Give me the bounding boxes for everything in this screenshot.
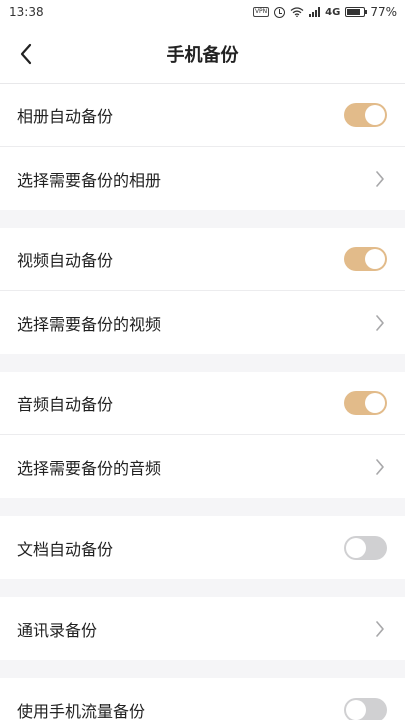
setting-label: 选择需要备份的视频: [17, 314, 162, 334]
signal-icon: [309, 7, 321, 17]
toggle-knob: [365, 105, 385, 125]
settings-group: 相册自动备份选择需要备份的相册: [0, 84, 405, 210]
battery-icon: [345, 7, 368, 17]
group-spacer: [0, 579, 405, 597]
page-header: 手机备份: [0, 24, 405, 84]
vpn-icon: VPN: [252, 7, 270, 17]
setting-toggle-row[interactable]: 音频自动备份: [0, 372, 405, 435]
wifi-icon: [290, 7, 304, 17]
status-time: 13:38: [9, 5, 44, 19]
setting-link-row[interactable]: 选择需要备份的视频: [0, 291, 405, 354]
toggle-knob: [365, 393, 385, 413]
settings-list: 相册自动备份 选择需要备份的相册 视频自动备份 选择需要备份的视频 音频自动备份 选择需要…: [0, 84, 405, 720]
chevron-right-icon: [373, 313, 387, 333]
group-spacer: [0, 210, 405, 228]
toggle-knob: [365, 249, 385, 269]
back-arrow-icon: [20, 43, 32, 65]
toggle-switch[interactable]: [344, 247, 387, 271]
network-type: 4G: [325, 6, 341, 18]
group-spacer: [0, 660, 405, 678]
setting-label: 通讯录备份: [17, 620, 98, 640]
status-icons: VPN 4G 77%: [252, 5, 397, 19]
toggle-switch[interactable]: [344, 391, 387, 415]
setting-label: 文档自动备份: [17, 539, 114, 559]
setting-label: 音频自动备份: [17, 395, 114, 414]
chevron-right-icon: [373, 169, 387, 189]
page-title: 手机备份: [166, 44, 239, 66]
setting-link-row[interactable]: 选择需要备份的相册: [0, 147, 405, 210]
toggle-knob: [346, 537, 366, 558]
toggle-knob: [346, 699, 366, 720]
battery-percent: 77%: [370, 5, 397, 19]
settings-group: 使用手机流量备份: [0, 678, 405, 720]
chevron-right-icon: [373, 619, 387, 639]
status-bar: 13:38 VPN 4G 77%: [0, 0, 405, 24]
settings-group: 视频自动备份选择需要备份的视频: [0, 228, 405, 354]
chevron-right-icon: [373, 457, 387, 477]
toggle-switch[interactable]: [344, 103, 387, 127]
settings-group: 通讯录备份: [0, 597, 405, 660]
setting-link-row[interactable]: 通讯录备份: [0, 597, 405, 660]
setting-toggle-row[interactable]: 使用手机流量备份: [0, 678, 405, 720]
setting-link-row[interactable]: 选择需要备份的音频: [0, 435, 405, 498]
setting-label: 选择需要备份的音频: [17, 458, 162, 478]
toggle-switch[interactable]: [344, 697, 387, 720]
setting-label: 选择需要备份的相册: [17, 170, 162, 190]
group-spacer: [0, 354, 405, 372]
group-spacer: [0, 498, 405, 516]
settings-group: 音频自动备份选择需要备份的音频: [0, 372, 405, 498]
setting-label: 使用手机流量备份: [17, 701, 146, 720]
toggle-switch[interactable]: [344, 535, 387, 560]
setting-toggle-row[interactable]: 文档自动备份: [0, 516, 405, 579]
alarm-icon: [274, 6, 286, 18]
setting-toggle-row[interactable]: 相册自动备份: [0, 84, 405, 147]
setting-label: 相册自动备份: [17, 107, 114, 126]
setting-toggle-row[interactable]: 视频自动备份: [0, 228, 405, 291]
back-button[interactable]: [12, 40, 40, 68]
settings-group: 文档自动备份: [0, 516, 405, 579]
setting-label: 视频自动备份: [17, 251, 114, 270]
